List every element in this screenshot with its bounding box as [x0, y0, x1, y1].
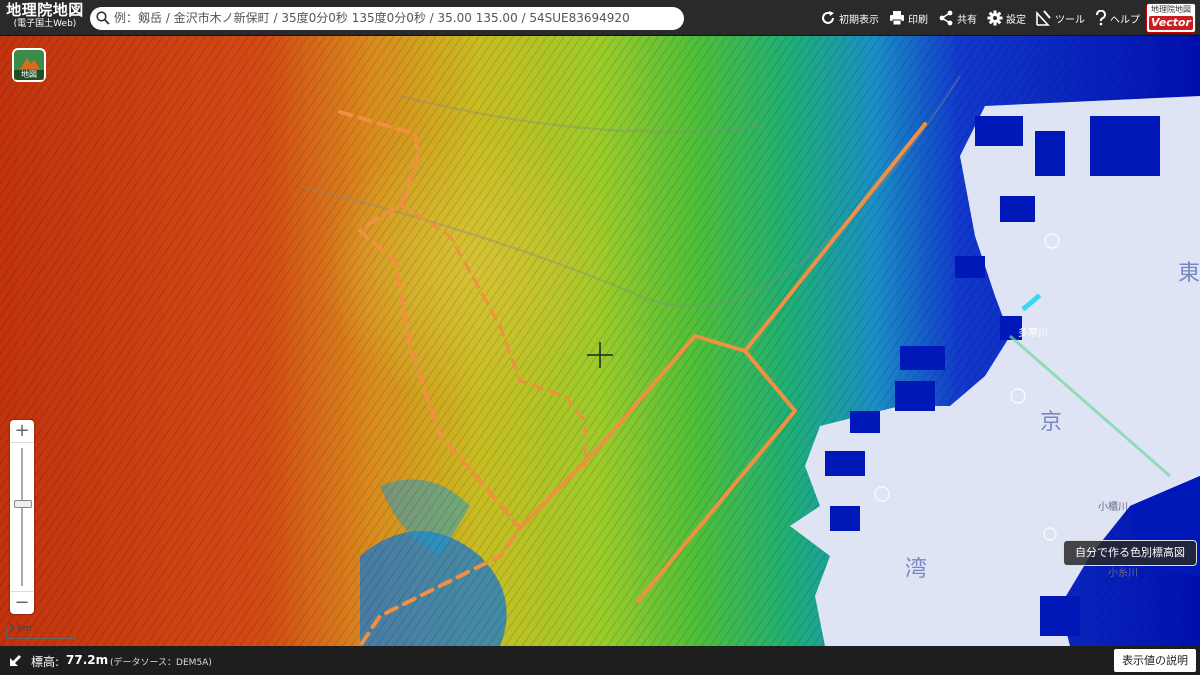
help-icon: [1096, 10, 1106, 26]
place-label-bay: 湾: [905, 557, 927, 582]
help-button[interactable]: ヘルプ: [1095, 10, 1140, 26]
place-label-east-2: 京: [1040, 410, 1062, 435]
value-explanation-button[interactable]: 表示値の説明: [1114, 649, 1196, 672]
expand-arrow-icon[interactable]: [9, 653, 23, 667]
share-button[interactable]: 共有: [938, 10, 977, 26]
zoom-slider-track[interactable]: [21, 448, 23, 586]
tools-button[interactable]: ツール: [1036, 10, 1085, 26]
river-label-tama: 多摩川: [1018, 326, 1048, 339]
river-label-obitsu: 小櫃川: [1098, 500, 1128, 513]
layer-switch-label: 地図: [14, 70, 44, 80]
toolbar: 初期表示 印刷 共有 設定 ツール ヘルプ: [820, 0, 1150, 36]
zoom-control: + −: [10, 420, 34, 614]
reset-view-button[interactable]: 初期表示: [820, 10, 879, 26]
status-bar: 標高: 77.2m (データソース：DEM5A) 表示値の説明: [0, 646, 1200, 675]
help-label: ヘルプ: [1110, 14, 1140, 26]
vector-map-link[interactable]: 地理院地図 Vector: [1146, 3, 1196, 33]
elevation-map[interactable]: 東 京 湾 多摩川 小櫃川 小糸川: [0, 36, 1200, 646]
app-logo-subtitle: (電子国土Web): [13, 19, 77, 29]
river-label-koito: 小糸川: [1108, 567, 1138, 579]
tools-icon: [1036, 10, 1051, 26]
elevation-label: 標高:: [31, 655, 60, 669]
reset-view-label: 初期表示: [839, 14, 879, 26]
search-box[interactable]: [90, 7, 684, 30]
search-input[interactable]: [114, 7, 674, 29]
print-label: 印刷: [908, 14, 928, 26]
app-logo-title: 地理院地図: [6, 1, 84, 19]
settings-label: 設定: [1006, 14, 1026, 26]
mountain-icon: [20, 58, 40, 69]
vector-badge-label: Vector: [1149, 16, 1193, 30]
refresh-icon: [822, 11, 834, 24]
share-icon: [939, 10, 953, 26]
zoom-slider-handle[interactable]: [14, 500, 32, 508]
scale-label: 5 km: [9, 624, 32, 634]
settings-button[interactable]: 設定: [987, 10, 1026, 26]
data-source-label: (データソース：DEM5A): [110, 658, 212, 668]
custom-color-elevation-button[interactable]: 自分で作る色別標高図: [1063, 540, 1197, 566]
layer-switch-button[interactable]: 地図: [12, 48, 46, 82]
print-button[interactable]: 印刷: [889, 10, 928, 26]
share-label: 共有: [957, 14, 977, 26]
print-icon: [890, 11, 904, 26]
elevation-value: 77.2m: [66, 653, 109, 667]
gear-icon: [987, 10, 1003, 26]
zoom-in-button[interactable]: +: [10, 420, 34, 443]
tools-label: ツール: [1055, 14, 1085, 26]
zoom-out-button[interactable]: −: [10, 591, 34, 614]
map-view[interactable]: 東 京 湾 多摩川 小櫃川 小糸川 地図 + − 5 km 自分で作る色別標高図: [0, 36, 1200, 646]
vector-badge-top: 地理院地図: [1151, 5, 1191, 14]
app-logo[interactable]: 地理院地図 (電子国土Web): [6, 3, 84, 29]
crosshair-icon: [587, 342, 613, 368]
scale-bar: 5 km: [6, 624, 76, 639]
place-label-east-1: 東: [1178, 261, 1200, 286]
header-bar: 地理院地図 (電子国土Web) 初期表示 印刷: [0, 0, 1200, 36]
search-icon: [96, 11, 110, 25]
